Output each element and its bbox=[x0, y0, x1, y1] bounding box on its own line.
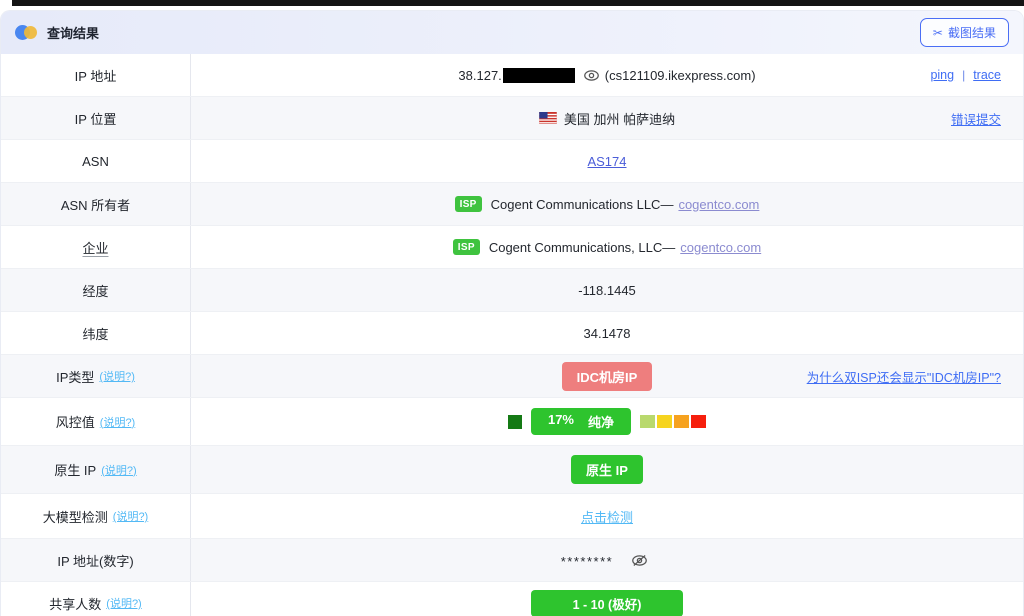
ip-hostname: (cs121109.ikexpress.com) bbox=[605, 68, 756, 83]
row-label: ASN bbox=[1, 140, 191, 182]
isp-badge: ISP bbox=[453, 239, 480, 255]
ping-link[interactable]: ping bbox=[930, 68, 954, 82]
risk-score-text: 纯净 bbox=[588, 412, 614, 431]
shared-count-badge[interactable]: 1 - 10 (极好) bbox=[531, 590, 684, 616]
row-label: IP 位置 bbox=[1, 97, 191, 139]
scissors-icon: ✂ bbox=[933, 26, 943, 40]
risk-score-percent: 17% bbox=[548, 412, 574, 431]
table-row-shared-count: 共享人数 (说明?) 1 - 10 (极好) bbox=[1, 582, 1023, 616]
ip-location-value: 美国 加州 帕萨迪纳 bbox=[564, 109, 675, 128]
table-row-longitude: 经度 -118.1445 bbox=[1, 269, 1023, 312]
error-submit-link[interactable]: 错误提交 bbox=[951, 109, 1001, 128]
row-label: 共享人数 bbox=[49, 594, 101, 613]
row-label: 原生 IP bbox=[54, 460, 96, 479]
link-separator: | bbox=[962, 68, 965, 82]
enterprise-site-link[interactable]: cogentco.com bbox=[680, 240, 761, 255]
asn-owner-site-link[interactable]: cogentco.com bbox=[678, 197, 759, 212]
site-logo-icon bbox=[15, 25, 39, 40]
table-row-enterprise: 企业 ISP Cogent Communications, LLC— cogen… bbox=[1, 226, 1023, 269]
page-title: 查询结果 bbox=[47, 23, 99, 42]
table-row-ip-location: IP 位置 美国 加州 帕萨迪纳 错误提交 bbox=[1, 97, 1023, 140]
row-label: 风控值 bbox=[56, 412, 95, 431]
row-label: 企业 bbox=[82, 238, 108, 257]
row-label: 经度 bbox=[1, 269, 191, 311]
row-label: IP类型 bbox=[56, 367, 94, 386]
query-result-card: 查询结果 ✂ 截图结果 IP 地址 38.127. (cs121109.ikex… bbox=[0, 10, 1024, 616]
row-label: 大模型检测 bbox=[43, 507, 108, 526]
table-row-asn: ASN AS174 bbox=[1, 140, 1023, 183]
isp-badge: ISP bbox=[455, 196, 482, 212]
risk-value-hint-link[interactable]: (说明?) bbox=[100, 414, 135, 430]
risk-score-badge[interactable]: 17% 纯净 bbox=[531, 408, 631, 435]
risk-scale-yellow-square bbox=[657, 415, 672, 428]
row-label: 纬度 bbox=[1, 312, 191, 354]
screenshot-button-label: 截图结果 bbox=[948, 24, 996, 41]
ip-numeric-masked-value: ******** bbox=[561, 551, 613, 569]
us-flag-icon bbox=[539, 112, 557, 124]
click-detect-link[interactable]: 点击检测 bbox=[581, 507, 633, 526]
table-row-llm-detect: 大模型检测 (说明?) 点击检测 bbox=[1, 494, 1023, 539]
table-row-ip-address: IP 地址 38.127. (cs121109.ikexpress.com) p… bbox=[1, 54, 1023, 97]
enterprise-value: Cogent Communications, LLC— bbox=[489, 240, 675, 255]
table-row-ip-type: IP类型 (说明?) IDC机房IP 为什么双ISP还会显示"IDC机房IP"? bbox=[1, 355, 1023, 398]
ip-redacted-box bbox=[503, 68, 575, 83]
idc-room-ip-badge[interactable]: IDC机房IP bbox=[562, 362, 653, 391]
eye-off-icon[interactable] bbox=[631, 552, 648, 569]
native-ip-badge[interactable]: 原生 IP bbox=[571, 455, 643, 484]
latitude-value: 34.1478 bbox=[584, 326, 631, 341]
asn-link[interactable]: AS174 bbox=[587, 154, 626, 169]
risk-scale-colors bbox=[640, 415, 706, 428]
table-row-risk-value: 风控值 (说明?) 17% 纯净 bbox=[1, 398, 1023, 446]
card-header: 查询结果 ✂ 截图结果 bbox=[1, 11, 1023, 54]
llm-detect-hint-link[interactable]: (说明?) bbox=[113, 508, 148, 524]
asn-owner-value: Cogent Communications LLC— bbox=[491, 197, 674, 212]
ip-type-hint-link[interactable]: (说明?) bbox=[99, 368, 134, 384]
screenshot-result-button[interactable]: ✂ 截图结果 bbox=[920, 18, 1009, 47]
table-row-ip-numeric: IP 地址(数字) ******** bbox=[1, 539, 1023, 582]
ip-address-prefix: 38.127. bbox=[458, 68, 501, 83]
native-ip-hint-link[interactable]: (说明?) bbox=[101, 462, 136, 478]
eye-icon[interactable] bbox=[583, 67, 600, 84]
longitude-value: -118.1445 bbox=[578, 283, 636, 298]
shared-count-hint-link[interactable]: (说明?) bbox=[106, 595, 141, 611]
table-row-asn-owner: ASN 所有者 ISP Cogent Communications LLC— c… bbox=[1, 183, 1023, 226]
risk-scale-light-green-square bbox=[640, 415, 655, 428]
row-label: IP 地址(数字) bbox=[1, 539, 191, 581]
risk-scale-indicator: 17% 纯净 bbox=[508, 408, 706, 435]
row-label: ASN 所有者 bbox=[1, 183, 191, 225]
table-row-native-ip: 原生 IP (说明?) 原生 IP bbox=[1, 446, 1023, 494]
risk-scale-red-square bbox=[691, 415, 706, 428]
risk-scale-dark-green-square bbox=[508, 415, 522, 429]
row-label: IP 地址 bbox=[1, 54, 191, 96]
trace-link[interactable]: trace bbox=[973, 68, 1001, 82]
table-row-latitude: 纬度 34.1478 bbox=[1, 312, 1023, 355]
risk-scale-orange-square bbox=[674, 415, 689, 428]
why-dual-isp-link[interactable]: 为什么双ISP还会显示"IDC机房IP"? bbox=[807, 367, 1001, 386]
